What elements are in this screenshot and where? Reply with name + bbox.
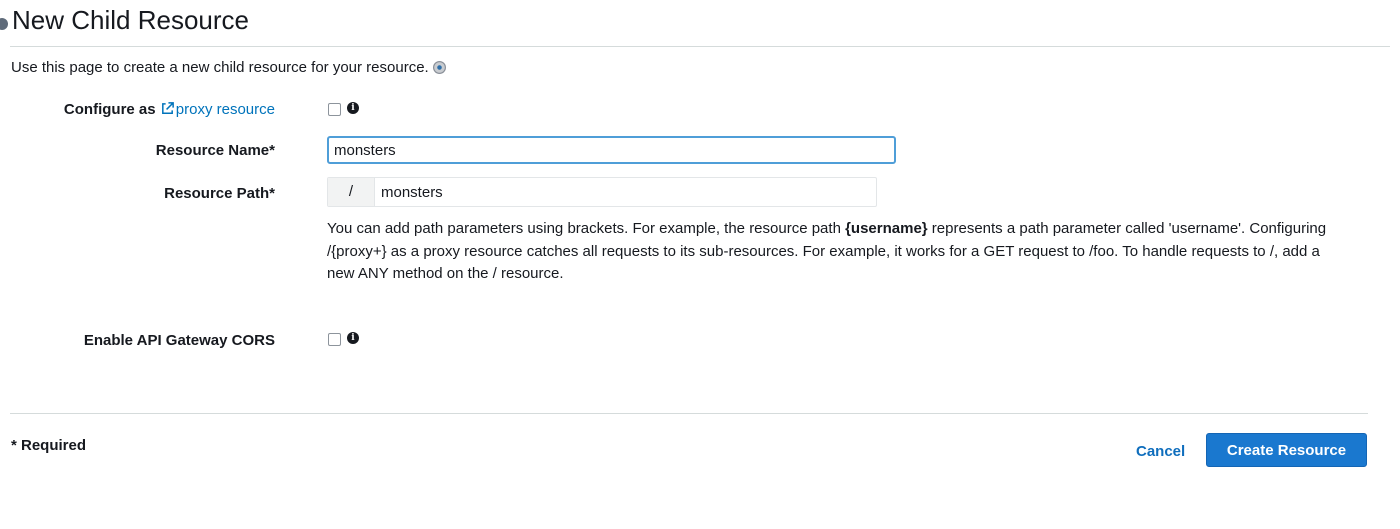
page-title: New Child Resource bbox=[12, 5, 249, 35]
proxy-label-prefix: Configure as bbox=[63, 101, 156, 118]
proxy-resource-checkbox[interactable] bbox=[328, 103, 341, 116]
info-icon[interactable]: i bbox=[347, 102, 359, 114]
header-divider bbox=[10, 46, 1390, 47]
resource-path-prefix: / bbox=[328, 178, 375, 206]
resource-name-label: Resource Name* bbox=[155, 142, 275, 159]
resource-path-field[interactable]: / monsters bbox=[327, 177, 877, 207]
create-resource-button[interactable]: Create Resource bbox=[1206, 433, 1367, 467]
help-text-param: {username} bbox=[845, 220, 928, 237]
proxy-resource-link-text: proxy resource bbox=[175, 101, 275, 118]
required-note: * Required bbox=[11, 437, 87, 454]
external-link-icon bbox=[161, 102, 174, 114]
footer-divider bbox=[10, 413, 1368, 414]
cors-label: Enable API Gateway CORS bbox=[83, 332, 275, 349]
resource-path-input[interactable]: monsters bbox=[375, 184, 443, 201]
info-icon[interactable]: i bbox=[347, 332, 359, 344]
cancel-button[interactable]: Cancel bbox=[1136, 443, 1185, 460]
resource-name-input[interactable] bbox=[327, 136, 896, 164]
proxy-resource-link[interactable]: proxy resource bbox=[160, 101, 275, 118]
info-icon[interactable] bbox=[432, 61, 446, 74]
proxy-resource-label: Configure as proxy resource bbox=[64, 101, 275, 118]
resource-path-label: Resource Path* bbox=[164, 185, 275, 202]
help-text-part1: You can add path parameters using bracke… bbox=[327, 220, 846, 237]
cors-checkbox[interactable] bbox=[328, 333, 341, 346]
intro-text-row: Use this page to create a new child reso… bbox=[11, 59, 446, 76]
resource-path-help-text: You can add path parameters using bracke… bbox=[327, 218, 1337, 286]
intro-text: Use this page to create a new child reso… bbox=[11, 59, 429, 76]
title-bullet-icon bbox=[0, 18, 8, 30]
